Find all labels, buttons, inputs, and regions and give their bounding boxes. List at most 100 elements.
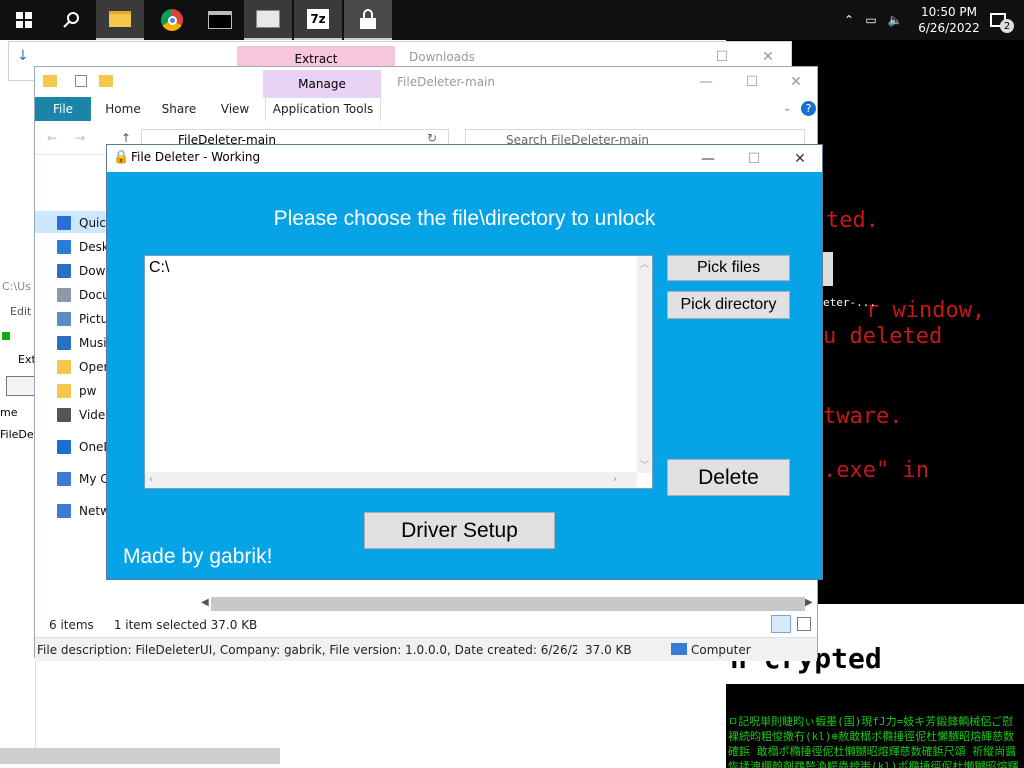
tab-file[interactable]: File (35, 97, 91, 121)
listbox-scroll-left-icon[interactable]: ‹ (149, 474, 153, 485)
dialog-heading: Please choose the file\directory to unlo… (273, 207, 656, 230)
listbox-hscroll[interactable]: ‹ › (145, 472, 637, 488)
clock-time: 10:50 PM (921, 5, 977, 19)
pictures-icon (57, 312, 71, 326)
taskbar-file-deleter[interactable] (344, 0, 392, 40)
partial-name-header: me (0, 406, 18, 419)
taskbar-search-button[interactable] (48, 0, 96, 40)
back-icon[interactable]: ← (47, 131, 57, 145)
partial-window-left: C:\Us Edit Ext me FileDel (0, 270, 37, 750)
star-icon (57, 216, 71, 230)
partial-file-name: FileDel (0, 428, 37, 441)
manage-context-tab[interactable]: Manage (263, 70, 381, 98)
volume-icon[interactable]: 🔈 (884, 0, 906, 40)
tab-view[interactable]: View (207, 97, 263, 121)
taskbar-7zip[interactable]: 7z (294, 0, 342, 40)
explorer-titlebar: Manage FileDeleter-main — ☐ ✕ (35, 67, 819, 98)
file-explorer-icon (109, 11, 131, 27)
scroll-left-icon[interactable]: ◀ (201, 597, 209, 608)
notification-center-button[interactable]: 2 (978, 0, 1018, 40)
details-view-icon[interactable] (771, 615, 791, 633)
taskbar-chrome[interactable] (148, 0, 196, 40)
dialog-maximize-icon[interactable]: ☐ (731, 145, 777, 172)
search-icon (63, 12, 79, 28)
document-icon (57, 288, 71, 302)
sidebar-item-label: pw (79, 384, 97, 398)
folder-icon (57, 384, 71, 398)
network-icon (57, 504, 71, 518)
pick-directory-button[interactable]: Pick directory (667, 291, 790, 319)
download-icon (57, 264, 71, 278)
dialog-minimize-icon[interactable]: — (685, 145, 731, 172)
taskbar-task-manager[interactable] (244, 0, 292, 40)
path-listbox[interactable]: C:\ ︿ ﹀ ‹ › (144, 255, 653, 489)
terminal-line-3: u deleted (823, 324, 943, 349)
download-arrow-icon: ↓ (17, 48, 29, 64)
taskbar-cmd[interactable] (196, 0, 244, 40)
folder-icon (57, 360, 71, 374)
forward-icon[interactable]: → (75, 131, 85, 145)
listbox-scroll-right-icon[interactable]: › (613, 474, 617, 485)
delete-button[interactable]: Delete (667, 459, 790, 496)
start-button[interactable] (0, 0, 48, 40)
sidebar-item[interactable]: Music (57, 331, 113, 355)
windows-logo-icon (16, 12, 32, 28)
terminal-line-2: r window, (866, 298, 986, 323)
details-size: 37.0 KB (585, 642, 632, 657)
tab-home[interactable]: Home (95, 97, 151, 121)
lock-icon (360, 9, 376, 29)
downloads-title: Downloads (409, 50, 475, 64)
explorer-close-icon[interactable]: ✕ (773, 67, 819, 97)
files-hscroll[interactable] (211, 597, 805, 611)
tray-overflow-icon[interactable]: ⌃ (838, 0, 860, 40)
cmd-icon (208, 11, 232, 29)
clock-date: 6/26/2022 (918, 21, 980, 35)
tab-share[interactable]: Share (151, 97, 207, 121)
scroll-down-icon[interactable]: ﹀ (640, 458, 649, 471)
tab-application-tools[interactable]: Application Tools (265, 97, 381, 121)
refresh-icon[interactable]: ↻ (427, 131, 437, 145)
terminal-line-1: ted. (826, 208, 879, 233)
details-bar: File description: FileDeleterUI, Company… (35, 637, 817, 661)
video-icon (57, 408, 71, 422)
path-value: C:\ (149, 259, 170, 276)
task-manager-icon (256, 10, 280, 28)
explorer-title: FileDeleter-main (397, 75, 495, 89)
green-marker (2, 332, 10, 340)
taskbar-file-explorer[interactable] (96, 0, 144, 40)
shortcut-label: eter-... (823, 296, 876, 309)
pick-files-button[interactable]: Pick files (667, 255, 790, 281)
partial-paste-button[interactable] (6, 376, 36, 396)
file-deleter-dialog: 🔒 File Deleter - Working — ☐ ✕ Please ch… (106, 144, 823, 580)
partial-hscroll[interactable] (0, 748, 280, 764)
scroll-right-icon[interactable]: ▶ (805, 597, 813, 608)
up-icon[interactable]: ↑ (121, 131, 131, 145)
status-selection: 1 item selected 37.0 KB (113, 618, 258, 632)
help-icon[interactable]: ? (801, 101, 816, 116)
explorer-maximize-icon[interactable]: ☐ (729, 67, 775, 97)
scroll-up-icon[interactable]: ︿ (640, 257, 649, 270)
properties-icon[interactable] (75, 75, 87, 87)
notification-icon: 2 (990, 13, 1014, 33)
made-by-label: Made by gabrik! (123, 545, 273, 568)
explorer-minimize-icon[interactable]: — (683, 67, 729, 97)
ribbon-expand-icon[interactable]: ⌄ (783, 103, 791, 114)
large-icons-view-icon[interactable] (797, 617, 811, 631)
terminal-line-4: tware. (823, 404, 903, 429)
sidebar-item[interactable]: pw (57, 379, 96, 403)
details-description: File description: FileDeleterUI, Company… (37, 642, 577, 657)
dialog-close-icon[interactable]: ✕ (777, 145, 823, 172)
partial-path: C:\Us (2, 280, 31, 293)
network-icon[interactable]: ▭ (860, 0, 882, 40)
status-item-count: 6 items (49, 618, 94, 632)
listbox-vscroll[interactable]: ︿ ﹀ (637, 256, 652, 473)
details-location: Computer (691, 643, 751, 657)
computer-icon (671, 643, 687, 655)
driver-setup-button[interactable]: Driver Setup (364, 512, 555, 549)
new-folder-icon[interactable] (99, 75, 113, 87)
music-icon (57, 336, 71, 350)
partial-edit-label: Edit (10, 305, 32, 318)
lock-icon: 🔒 (113, 150, 130, 165)
shortcut-icon[interactable] (823, 252, 833, 286)
dialog-titlebar: 🔒 File Deleter - Working — ☐ ✕ (107, 145, 822, 172)
